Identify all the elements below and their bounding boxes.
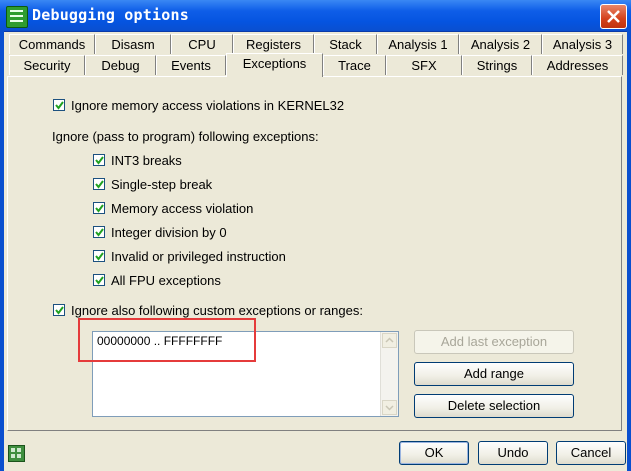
- checkmark-icon: [95, 252, 104, 261]
- window-frame-left: [0, 31, 4, 471]
- tab-security[interactable]: Security: [9, 55, 85, 75]
- checkmark-icon: [55, 101, 64, 110]
- checkbox-label: Ignore memory access violations in KERNE…: [71, 98, 345, 113]
- tab-analysis-1[interactable]: Analysis 1: [377, 34, 459, 54]
- grid-icon: [8, 445, 25, 462]
- vertical-scrollbar[interactable]: [380, 332, 398, 416]
- scroll-up-button[interactable]: [382, 333, 397, 348]
- close-button[interactable]: [600, 4, 627, 29]
- delete-selection-button[interactable]: Delete selection: [414, 394, 574, 418]
- highlight-annotation: [78, 318, 256, 362]
- list-icon: [6, 6, 28, 28]
- ok-button[interactable]: OK: [399, 441, 469, 465]
- add-last-exception-button[interactable]: Add last exception: [414, 330, 574, 354]
- tab-debug[interactable]: Debug: [85, 55, 156, 75]
- checkmark-icon: [95, 180, 104, 189]
- checkbox-label: Integer division by 0: [111, 225, 227, 240]
- checkbox-box[interactable]: [93, 226, 105, 238]
- tab-stack[interactable]: Stack: [314, 34, 377, 54]
- checkbox-label: INT3 breaks: [111, 153, 182, 168]
- checkmark-icon: [95, 276, 104, 285]
- scroll-down-button[interactable]: [382, 400, 397, 415]
- add-range-button[interactable]: Add range: [414, 362, 574, 386]
- checkbox-label: Memory access violation: [111, 201, 254, 216]
- undo-button[interactable]: Undo: [478, 441, 548, 465]
- checkbox-box[interactable]: [53, 304, 65, 316]
- tab-trace[interactable]: Trace: [323, 55, 386, 75]
- checkbox-label: Single-step break: [111, 177, 213, 192]
- chevron-up-icon: [385, 337, 394, 343]
- ignore-heading: Ignore (pass to program) following excep…: [52, 129, 319, 144]
- checkbox-box[interactable]: [93, 274, 105, 286]
- title-bar: Debugging options: [0, 0, 631, 32]
- checkmark-icon: [55, 306, 64, 315]
- checkbox-box[interactable]: [93, 250, 105, 262]
- checkbox-box[interactable]: [53, 99, 65, 111]
- tab-analysis-3[interactable]: Analysis 3: [542, 34, 623, 54]
- tab-strings[interactable]: Strings: [462, 55, 532, 75]
- tab-addresses[interactable]: Addresses: [532, 55, 623, 75]
- tab-commands[interactable]: Commands: [9, 34, 95, 54]
- tab-analysis-2[interactable]: Analysis 2: [459, 34, 542, 54]
- tab-cpu[interactable]: CPU: [171, 34, 233, 54]
- cancel-button[interactable]: Cancel: [556, 441, 626, 465]
- checkbox-box[interactable]: [93, 154, 105, 166]
- checkmark-icon: [95, 156, 104, 165]
- chevron-down-icon: [385, 405, 394, 411]
- checkbox-label: All FPU exceptions: [111, 273, 221, 288]
- checkbox-box[interactable]: [93, 178, 105, 190]
- checkbox-label: Invalid or privileged instruction: [111, 249, 286, 264]
- tab-disasm[interactable]: Disasm: [95, 34, 171, 54]
- window-frame-right: [627, 31, 631, 471]
- tab-registers[interactable]: Registers: [233, 34, 314, 54]
- checkmark-icon: [95, 228, 104, 237]
- tab-events[interactable]: Events: [156, 55, 226, 75]
- checkmark-icon: [95, 204, 104, 213]
- tab-sfx[interactable]: SFX: [386, 55, 462, 75]
- checkbox-label: Ignore also following custom exceptions …: [71, 303, 363, 318]
- close-icon: [607, 10, 620, 23]
- window-title: Debugging options: [32, 6, 189, 24]
- checkbox-box[interactable]: [93, 202, 105, 214]
- tab-exceptions[interactable]: Exceptions: [226, 53, 323, 77]
